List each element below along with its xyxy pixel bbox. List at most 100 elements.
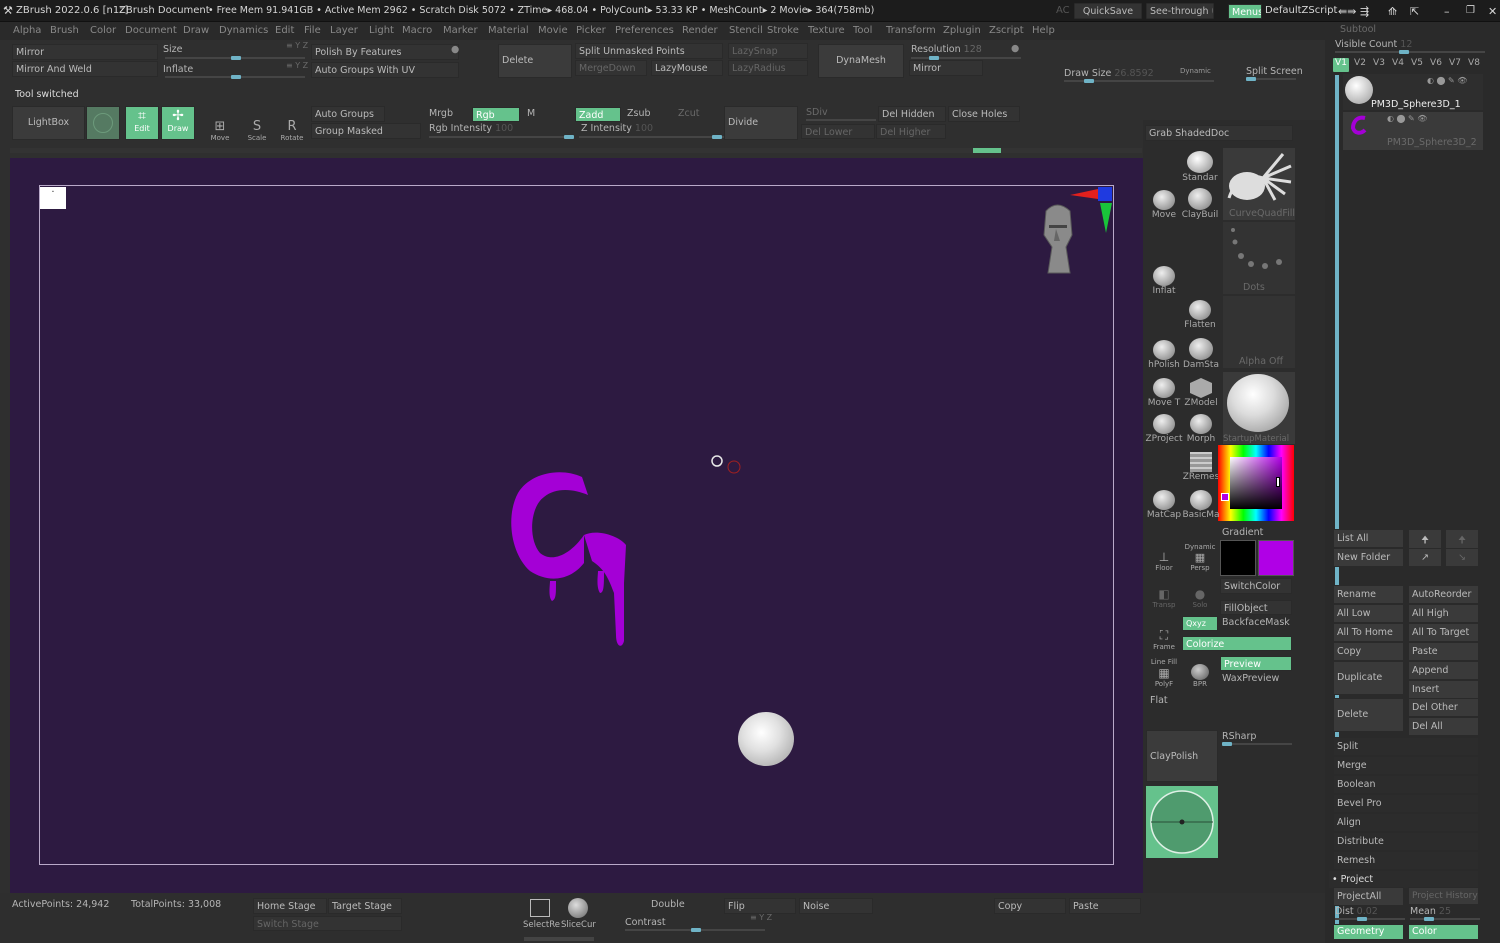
split-section[interactable]: Split [1333,737,1479,756]
rename-button[interactable]: Rename [1333,585,1404,604]
version-tab-v3[interactable]: V3 [1371,58,1387,72]
palette-layout3-icon[interactable]: ⟰ [1388,5,1397,18]
zsub-button[interactable]: Zsub [627,108,651,119]
alpha-preview[interactable]: Alpha Off [1223,296,1295,368]
menu-material[interactable]: Material [488,25,529,36]
polyframe-button[interactable]: Line Fill ▦ PolyF [1146,652,1182,688]
sphere-mesh[interactable] [738,712,794,766]
target-stage-button[interactable]: Target Stage [328,898,402,914]
menu-alpha[interactable]: Alpha [13,25,41,36]
slicecurve-label[interactable]: SliceCur [561,920,596,930]
menu-draw[interactable]: Draw [183,25,209,36]
menu-macro[interactable]: Macro [402,25,432,36]
dynamesh-mirror-button[interactable]: Mirror [909,60,983,76]
menu-document[interactable]: Document [125,25,177,36]
split-screen-button[interactable]: Split Screen [1246,66,1303,77]
slicecurve-icon[interactable] [568,898,588,918]
double-button[interactable]: Double [651,899,685,910]
rotate-mode-button[interactable]: R Rotate [274,106,310,142]
colorize-button[interactable]: Colorize [1182,636,1292,651]
menu-picker[interactable]: Picker [576,25,606,36]
menu-transform[interactable]: Transform [886,25,936,36]
sphere-tool-icon[interactable] [86,106,120,140]
copy-button[interactable]: Copy [994,898,1066,914]
gradient-label[interactable]: Gradient [1222,527,1263,538]
persp-button[interactable]: Dynamic ▦ Persp [1182,538,1218,572]
palette-layout-icon[interactable]: ⇚⇛ [1338,5,1356,18]
shelf-scroll[interactable] [524,937,594,941]
orientation-gizmo[interactable] [1030,185,1120,285]
paste-button[interactable]: Paste [1069,898,1141,914]
boolean-section[interactable]: Boolean [1333,775,1479,794]
menu-zplugin[interactable]: Zplugin [943,25,981,36]
standard-brush[interactable]: Standar [1181,147,1219,183]
flat-button[interactable]: Flat [1150,695,1168,706]
floor-button[interactable]: ⊥ Floor [1146,538,1182,572]
menu-color[interactable]: Color [90,25,116,36]
draw-mode-button[interactable]: ✢ Draw [161,106,195,140]
all-to-home-button[interactable]: All To Home [1333,623,1404,642]
morph-brush[interactable]: Morph [1182,408,1220,444]
transp-button[interactable]: ◧ Transp [1146,575,1182,609]
project-history-button[interactable]: Project History [1408,887,1479,905]
rgb-intensity-slider[interactable]: Rgb Intensity 100 [429,123,513,134]
hpolish-brush[interactable]: hPolish [1146,334,1182,370]
menu-texture[interactable]: Texture [808,25,845,36]
mirror-and-weld-button[interactable]: Mirror And Weld [12,61,158,77]
menu-stencil[interactable]: Stencil [729,25,763,36]
close-holes-button[interactable]: Close Holes [948,106,1020,122]
align-section[interactable]: Align [1333,813,1479,832]
see-through-slider[interactable]: See-through 0 [1146,3,1214,19]
zremesher-button[interactable]: ZRemes [1182,446,1220,482]
projectall-button[interactable]: ProjectAll [1333,887,1404,906]
sdiv-slider[interactable]: SDiv [806,107,828,118]
lightbox-button[interactable]: LightBox [12,106,85,140]
group-masked-button[interactable]: Group Masked [311,123,421,139]
inflate-slider[interactable] [165,75,305,79]
switch-stage-button[interactable]: Switch Stage [253,916,402,931]
auto-groups-button[interactable]: Auto Groups [311,106,385,122]
menu-movie[interactable]: Movie [538,25,568,36]
copy-subtool-button[interactable]: Copy [1333,642,1404,661]
menu-preferences[interactable]: Preferences [615,25,674,36]
version-tab-v2[interactable]: V2 [1352,58,1368,72]
mergedown-button[interactable]: MergeDown [575,60,647,76]
menu-file[interactable]: File [304,25,321,36]
matcap-material[interactable]: MatCap [1146,484,1182,520]
bpr-button[interactable]: BPR [1182,652,1218,688]
menu-stroke[interactable]: Stroke [767,25,799,36]
menu-zscript[interactable]: Zscript [989,25,1024,36]
basicmaterial[interactable]: BasicMa [1182,484,1220,520]
version-tab-v4[interactable]: V4 [1390,58,1406,72]
list-all-button[interactable]: List All [1333,529,1404,548]
palette-layout4-icon[interactable]: ⇱ [1410,5,1419,18]
zproject-brush[interactable]: ZProject [1146,408,1182,444]
merge-section[interactable]: Merge [1333,756,1479,775]
color-toggle[interactable]: Color [1408,924,1479,940]
dynamic-toggle[interactable]: Dynamic [1180,67,1211,75]
edit-mode-button[interactable]: ⌗ Edit [125,106,159,140]
secondary-color-swatch[interactable] [1220,540,1256,576]
color-saturation-square[interactable] [1230,457,1282,509]
default-zscript-button[interactable]: DefaultZScript [1265,5,1337,16]
zadd-button[interactable]: Zadd [575,107,621,122]
flip-button[interactable]: Flip [724,898,796,914]
del-higher-button[interactable]: Del Higher [876,124,946,139]
mirror-button[interactable]: Mirror [12,44,158,60]
autoreorder-button[interactable]: AutoReorder [1408,585,1479,604]
move-mode-button[interactable]: ⊞ Move [202,106,238,142]
menu-layer[interactable]: Layer [330,25,358,36]
divide-button[interactable]: Divide [724,106,798,140]
delete-button[interactable]: Delete [498,44,572,78]
subtool-header[interactable]: Subtool [1340,24,1376,35]
canvas-thumbnail[interactable]: · [40,187,66,209]
menu-brush[interactable]: Brush [50,25,79,36]
xyz-symmetry-button[interactable]: Qxyz [1182,616,1218,631]
zmodeler-brush[interactable]: ZModel [1182,372,1220,408]
dynamesh-button[interactable]: DynaMesh [818,44,904,78]
grab-shaded-doc-button[interactable]: Grab ShadedDoc [1145,125,1293,141]
subtool-item-selected[interactable]: ◐ ⬤ ✎ 👁 PM3D_Sphere3D_2 [1343,112,1483,150]
palette-layout2-icon[interactable]: ⇶ [1360,5,1369,18]
color-picker[interactable] [1218,445,1294,521]
version-tab-v5[interactable]: V5 [1409,58,1425,72]
